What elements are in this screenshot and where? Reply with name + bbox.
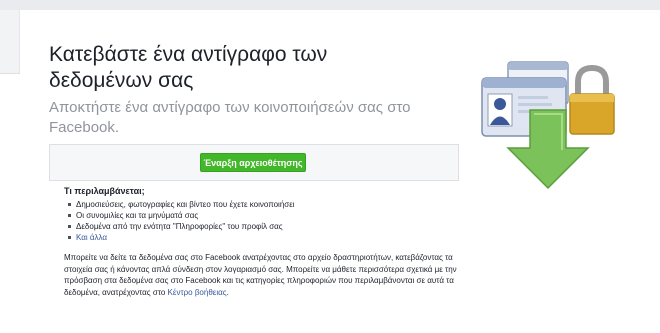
- includes-title: Τι περιλαμβάνεται;: [64, 186, 145, 196]
- list-item: Οι συνομιλίες και τα μηνύματά σας: [68, 210, 474, 221]
- list-item-more: Και άλλα: [68, 232, 474, 243]
- description-body: Μπορείτε να δείτε τα δεδομένα σας στο Fa…: [64, 253, 457, 297]
- description-end: .: [226, 287, 229, 297]
- download-panel: Κατεβάστε ένα αντίγραφο των δεδομένων σα…: [49, 42, 469, 297]
- help-center-link[interactable]: Κέντρο βοήθειας: [168, 288, 227, 297]
- left-nav-stub: [0, 10, 20, 73]
- more-link[interactable]: Και άλλα: [76, 233, 107, 242]
- list-item: Δημοσιεύσεις, φωτογραφίες και βίντεο που…: [68, 199, 474, 210]
- left-nav-divider: [0, 73, 20, 74]
- lock-icon: [569, 64, 615, 135]
- includes-section: Τι περιλαμβάνεται; Δημοσιεύσεις, φωτογρα…: [64, 186, 474, 243]
- start-archive-button[interactable]: Έναρξη αρχειοθέτησης: [200, 153, 306, 172]
- includes-list: Δημοσιεύσεις, φωτογραφίες και βίντεο που…: [64, 199, 474, 243]
- page-title: Κατεβάστε ένα αντίγραφο των δεδομένων σα…: [49, 43, 328, 92]
- description-text: Μπορείτε να δείτε τα δεδομένα σας στο Fa…: [64, 252, 464, 298]
- top-bar: [0, 0, 660, 10]
- download-archive-icon: [481, 61, 615, 190]
- archive-action-box: Έναρξη αρχειοθέτησης: [49, 144, 459, 181]
- page-subtitle: Αποκτήστε ένα αντίγραφο των κοινοποιήσεώ…: [49, 99, 411, 136]
- list-item: Δεδομένα από την ενότητα "Πληροφορίες" τ…: [68, 221, 474, 232]
